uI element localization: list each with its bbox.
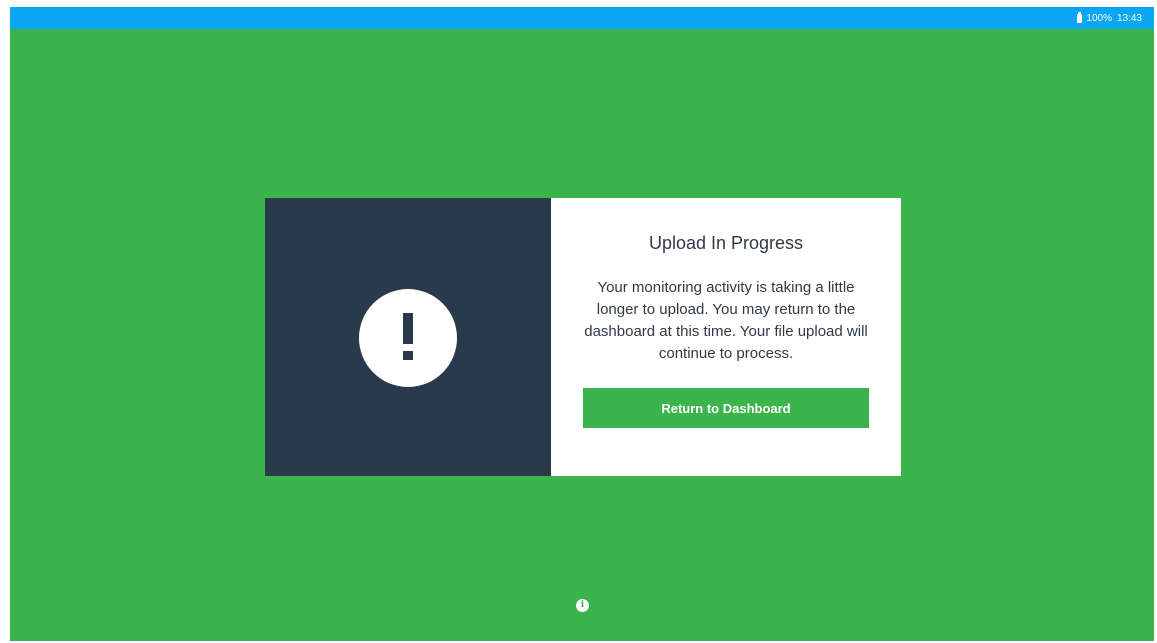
app-screen: 100% 13:43 Upload In Progress Your monit… xyxy=(10,7,1154,641)
exclamation-bar xyxy=(403,313,413,344)
battery-icon xyxy=(1077,11,1083,23)
return-to-dashboard-button[interactable]: Return to Dashboard xyxy=(583,388,869,428)
dialog-content-panel: Upload In Progress Your monitoring activ… xyxy=(551,198,901,476)
info-icon[interactable]: i xyxy=(576,599,589,612)
exclamation-icon xyxy=(359,289,457,387)
upload-progress-dialog: Upload In Progress Your monitoring activ… xyxy=(265,198,901,476)
dialog-message: Your monitoring activity is taking a lit… xyxy=(584,279,868,362)
dialog-icon-panel xyxy=(265,198,551,476)
exclamation-dot xyxy=(403,351,413,360)
dialog-title: Upload In Progress xyxy=(648,233,804,253)
status-bar: 100% 13:43 xyxy=(10,7,1154,29)
status-time: 13:43 xyxy=(1116,12,1142,24)
battery-level: 100% xyxy=(1086,12,1112,24)
